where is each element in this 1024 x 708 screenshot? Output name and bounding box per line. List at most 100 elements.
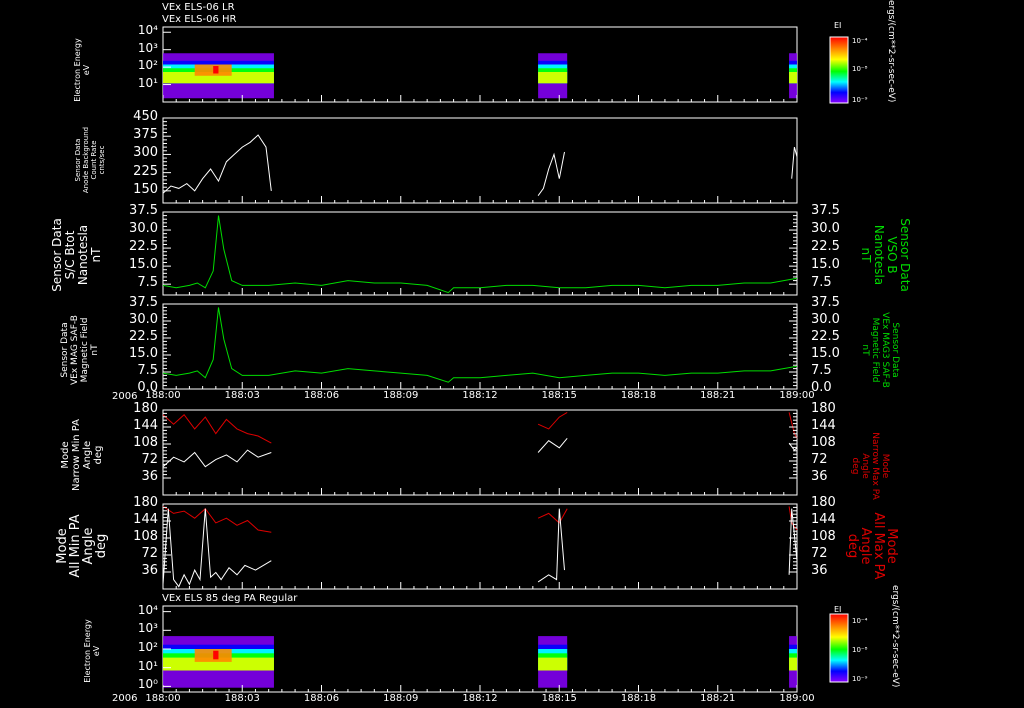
ylabel-ee-bot-line2: eV (92, 645, 101, 657)
ylabel-narrow-pa: Mode Narrow Min PA Angle deg (60, 419, 104, 491)
series-line-count-rate-0-0 (162, 134, 272, 194)
ytick-label-electron-energy-top: 10¹ (137, 75, 158, 90)
ytick-label-electron-energy-bottom: 10⁴ (137, 602, 158, 617)
xtick-label-bottom: 188:06 (303, 693, 340, 704)
ytick-label-electron-energy-bottom: 10⁰ (137, 677, 158, 692)
ylabel-cr-line2: Anode Background (82, 126, 90, 194)
ylabel-vso-line3: Nanotesla (872, 224, 886, 286)
ytick-label-narrow-pa: 72 (141, 452, 158, 467)
ytick-right-label-all-pa: 72 (811, 546, 828, 561)
series-line-all-pa-0-0 (162, 505, 272, 533)
ylabel-apa-line4: deg (94, 533, 109, 559)
heatmap-block-electron-energy-bottom-1 (538, 636, 568, 688)
ytick-label-all-pa: 108 (133, 529, 158, 544)
ylabel-ee-top-line2: eV (82, 64, 91, 76)
heatmap-block-electron-energy-top-1 (538, 53, 568, 99)
ylabel-amax-line2: All Max PA (871, 512, 886, 580)
ylabel-mag-line1: Sensor Data (60, 322, 70, 378)
ytick-label-narrow-pa: 180 (133, 401, 158, 416)
xtick-label-mid: 188:00 (145, 390, 181, 401)
ylabel-right-narrow-max: Mode Narrow Max PA Angle deg (850, 432, 890, 500)
heatmap-block-electron-energy-bottom-0 (163, 636, 274, 688)
panel-frame-mag-saf (162, 303, 798, 390)
colorbar-tick-bot-3: 10⁻⁹ (852, 675, 868, 683)
heatmap-cell (213, 66, 219, 74)
ytick-right-label-narrow-pa: 180 (811, 401, 836, 416)
ylabel-vso-line4: nT (859, 247, 873, 263)
colorbar-units-top: ergs/(cm**2-sr-sec-eV) (886, 0, 896, 103)
ylabel-npa-line3: Angle (82, 440, 93, 470)
ylabel-electron-energy-bottom: Electron Energy eV (83, 619, 101, 682)
xtick-label-mid: 188:03 (224, 390, 260, 401)
ylabel-all-pa: Mode All Min PA Angle deg (55, 514, 109, 577)
ylabel-mag3-line3: Magnetic Field (870, 317, 880, 383)
ytick-right-label-mag-saf: 22.5 (811, 329, 840, 344)
ytick-label-mag-saf: 22.5 (129, 329, 158, 344)
ytick-label-mag-saf: 30.0 (129, 312, 158, 327)
ylabel-mag-line2: VEx MAG SAF-B (70, 315, 80, 385)
ytick-label-all-pa: 144 (133, 512, 158, 527)
ylabel-right-all-max: Mode All Max PA Angle deg (845, 512, 899, 580)
ytick-right-label-mag-saf: 7.5 (811, 363, 832, 378)
xtick-label-bottom: 188:03 (224, 693, 260, 704)
ytick-right-label-all-pa: 108 (811, 529, 836, 544)
ytick-right-label-mag-saf: 15.0 (811, 346, 840, 361)
ytick-label-electron-energy-bottom: 10¹ (137, 658, 158, 673)
ylabel-vso-line1: Sensor Data (898, 218, 912, 292)
ylabel-mag: Sensor Data VEx MAG SAF-B Magnetic Field… (60, 315, 100, 385)
series-line-narrow-pa-0-1 (537, 411, 568, 430)
heatmap-cell (538, 657, 568, 671)
ylabel-cr-line3: Count Rate (90, 140, 98, 180)
heatmap-block-electron-energy-top-2 (789, 53, 797, 99)
colorbar-tick-top-2: 10⁻⁸ (852, 65, 868, 73)
xtick-label-bottom: 188:18 (620, 693, 657, 704)
ytick-right-label-narrow-pa: 144 (811, 418, 836, 433)
ytick-label-scbtot: 37.5 (129, 203, 158, 218)
ytick-label-narrow-pa: 108 (133, 435, 158, 450)
heatmap-block-electron-energy-top-0 (163, 53, 274, 99)
ytick-label-narrow-pa: 144 (133, 418, 158, 433)
ytick-right-label-scbtot: 37.5 (811, 203, 840, 218)
series-line-mag-saf-0-0 (162, 307, 798, 383)
series-line-count-rate-0-2 (791, 146, 798, 179)
ylabel-right-mag3: Sensor Data VEx MAG3 SAF-B Magnetic Fiel… (860, 312, 900, 388)
ytick-label-electron-energy-top: 10⁴ (137, 23, 158, 38)
ytick-right-label-narrow-pa: 72 (811, 452, 828, 467)
title-line-2: VEx ELS-06 HR (162, 14, 237, 25)
ylabel-mag-line4: nT (90, 344, 100, 356)
panel-frame-scbtot (162, 211, 798, 296)
xtick-label-bottom: 189:00 (779, 693, 815, 704)
ytick-label-count-rate: 150 (133, 181, 158, 197)
ytick-right-label-narrow-pa: 108 (811, 435, 836, 450)
ytick-label-scbtot: 22.5 (129, 239, 158, 255)
series-line-scbtot-0-0 (162, 215, 798, 294)
series-line-all-pa-1-1 (537, 508, 565, 583)
panel-frame-narrow-pa (162, 409, 798, 496)
series-line-narrow-pa-0-2 (788, 412, 798, 439)
ytick-right-label-all-pa: 144 (811, 512, 836, 527)
series-line-all-pa-1-0 (162, 508, 272, 588)
ylabel-mag3-line2: VEx MAG3 SAF-B (880, 312, 890, 388)
ytick-right-label-scbtot: 15.0 (811, 257, 840, 273)
colorbar-title-top: EI (834, 21, 842, 30)
ytick-label-electron-energy-bottom: 10² (137, 640, 158, 654)
ytick-label-electron-energy-bottom: 10³ (137, 621, 158, 636)
ylabel-mag-line3: Magnetic Field (80, 317, 90, 383)
xtick-label-mid: 188:09 (383, 390, 419, 401)
title-bottom-panel: VEx ELS 85 deg PA Regular (162, 593, 298, 604)
heatmap-cell (538, 72, 568, 84)
xtick-label-mid: 188:12 (462, 390, 498, 401)
ytick-label-scbtot: 7.5 (137, 275, 158, 291)
ylabel-mag3-line4: nT (860, 344, 870, 356)
heatmap-cell (213, 650, 219, 660)
series-line-narrow-pa-0-0 (162, 413, 272, 444)
ytick-label-electron-energy-top: 10² (137, 58, 158, 73)
ytick-label-scbtot: 15.0 (129, 257, 158, 273)
series-line-narrow-pa-1-1 (537, 437, 568, 453)
ylabel-npa-line1: Mode (60, 441, 71, 469)
ylabel-nmax-line4: deg (850, 457, 860, 475)
ytick-label-count-rate: 300 (133, 145, 158, 161)
ylabel-cr-line4: cnts/sec (98, 145, 106, 175)
ylabel-amax-line1: Mode (884, 528, 899, 564)
ytick-label-narrow-pa: 36 (141, 469, 158, 484)
